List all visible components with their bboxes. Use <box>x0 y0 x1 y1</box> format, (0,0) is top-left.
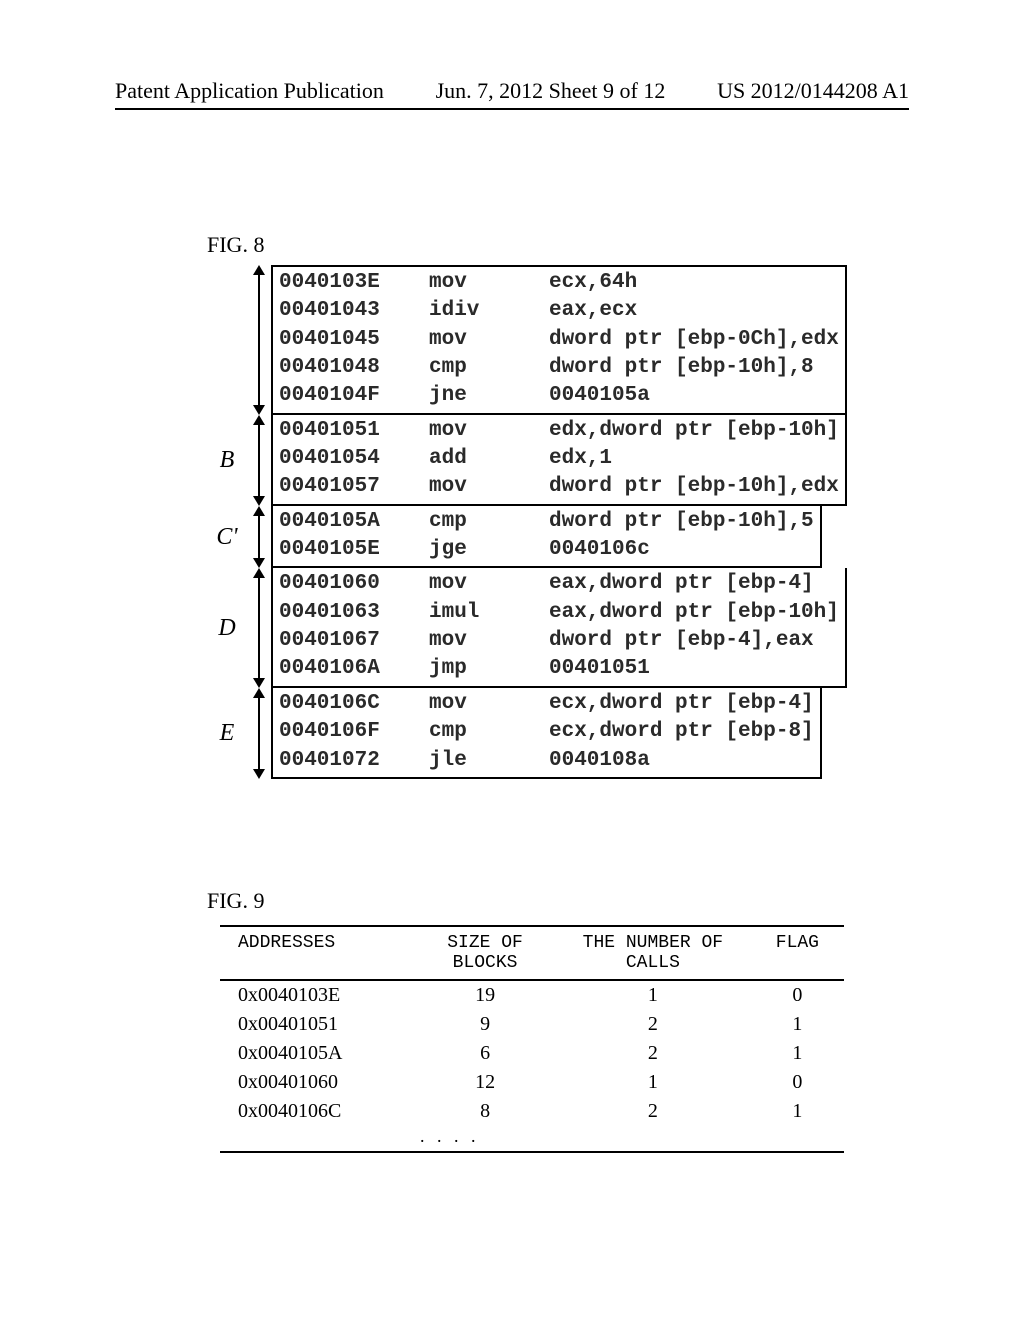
table-row: 0x00401051 9 2 1 <box>220 1010 844 1039</box>
block-extent-arrow <box>247 415 271 506</box>
asm-row: 00401063imuleax,dword ptr [ebp-10h] <box>279 599 839 627</box>
code-box: 00401060moveax,dword ptr [ebp-4] 0040106… <box>271 568 847 687</box>
asm-row: 00401048cmpdword ptr [ebp-10h],8 <box>279 354 839 382</box>
figure-9-label: FIG. 9 <box>207 888 264 914</box>
col-header-size: SIZE OF BLOCKS <box>415 933 555 973</box>
header-left: Patent Application Publication <box>115 78 384 104</box>
table-body: 0x0040103E 19 1 0 0x00401051 9 2 1 0x004… <box>220 981 844 1151</box>
asm-row: 00401072jle0040108a <box>279 747 814 775</box>
asm-row: 0040105Acmpdword ptr [ebp-10h],5 <box>279 508 814 536</box>
asm-row: 00401045movdword ptr [ebp-0Ch],edx <box>279 326 839 354</box>
assembly-listing: 0040103Emovecx,64h 00401043idiveax,ecx 0… <box>207 265 847 779</box>
asm-row: 00401067movdword ptr [ebp-4],eax <box>279 627 839 655</box>
asm-row: 00401057movdword ptr [ebp-10h],edx <box>279 473 839 501</box>
code-box: 00401051movedx,dword ptr [ebp-10h] 00401… <box>271 415 847 506</box>
header-middle: Jun. 7, 2012 Sheet 9 of 12 <box>436 78 666 104</box>
block-letter: D <box>207 568 247 687</box>
asm-block-a: 0040103Emovecx,64h 00401043idiveax,ecx 0… <box>207 265 847 415</box>
block-extent-arrow <box>247 568 271 687</box>
col-header-flag: FLAG <box>751 933 844 973</box>
asm-row: 0040105Ejge0040106c <box>279 536 814 564</box>
asm-row: 0040104Fjne0040105a <box>279 382 839 410</box>
block-letter: C' <box>207 506 247 569</box>
code-box: 0040103Emovecx,64h 00401043idiveax,ecx 0… <box>271 265 847 415</box>
asm-block-c: C' 0040105Acmpdword ptr [ebp-10h],5 0040… <box>207 506 847 569</box>
block-extent-arrow <box>247 265 271 415</box>
figure-8-label: FIG. 8 <box>207 232 264 258</box>
header-right: US 2012/0144208 A1 <box>717 78 909 104</box>
table-row: 0x0040105A 6 2 1 <box>220 1039 844 1068</box>
asm-row: 0040106Ajmp00401051 <box>279 655 839 683</box>
code-box: 0040105Acmpdword ptr [ebp-10h],5 0040105… <box>271 506 822 569</box>
asm-row: 00401043idiveax,ecx <box>279 297 839 325</box>
table-header-row: ADDRESSES SIZE OF BLOCKS THE NUMBER OF C… <box>220 927 844 979</box>
page-header: Patent Application Publication Jun. 7, 2… <box>115 78 909 110</box>
block-letter: B <box>207 415 247 506</box>
asm-block-b: B 00401051movedx,dword ptr [ebp-10h] 004… <box>207 415 847 506</box>
asm-row: 0040103Emovecx,64h <box>279 269 839 297</box>
asm-row: 00401054addedx,1 <box>279 445 839 473</box>
asm-row: 00401051movedx,dword ptr [ebp-10h] <box>279 417 839 445</box>
table-row: 0x0040106C 8 2 1 <box>220 1097 844 1126</box>
block-letter <box>207 265 247 415</box>
block-info-table: ADDRESSES SIZE OF BLOCKS THE NUMBER OF C… <box>220 925 844 1153</box>
col-header-addresses: ADDRESSES <box>220 933 415 973</box>
col-header-calls: THE NUMBER OF CALLS <box>555 933 751 973</box>
table-row: 0x0040103E 19 1 0 <box>220 981 844 1010</box>
asm-block-e: E 0040106Cmovecx,dword ptr [ebp-4] 00401… <box>207 688 847 779</box>
block-letter: E <box>207 688 247 779</box>
code-box: 0040106Cmovecx,dword ptr [ebp-4] 0040106… <box>271 688 822 779</box>
asm-row: 0040106Fcmpecx,dword ptr [ebp-8] <box>279 718 814 746</box>
block-extent-arrow <box>247 688 271 779</box>
block-extent-arrow <box>247 506 271 569</box>
asm-block-d: D 00401060moveax,dword ptr [ebp-4] 00401… <box>207 568 847 687</box>
table-ellipsis: . . . . <box>220 1126 844 1151</box>
asm-row: 00401060moveax,dword ptr [ebp-4] <box>279 570 839 598</box>
asm-row: 0040106Cmovecx,dword ptr [ebp-4] <box>279 690 814 718</box>
table-row: 0x00401060 12 1 0 <box>220 1068 844 1097</box>
